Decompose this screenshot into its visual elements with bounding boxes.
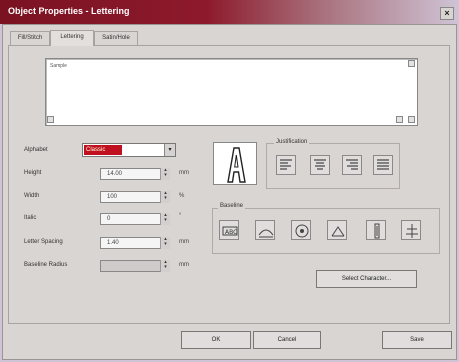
italic-input[interactable]: 0 bbox=[100, 213, 168, 225]
alphabet-label: Alphabet bbox=[24, 147, 48, 153]
height-input[interactable]: 14.00 bbox=[100, 168, 168, 180]
align-center-icon[interactable] bbox=[310, 155, 330, 175]
scroll-right-button[interactable] bbox=[396, 116, 403, 123]
close-button[interactable]: × bbox=[440, 7, 454, 20]
letter-a-icon bbox=[227, 147, 246, 183]
align-left-icon[interactable] bbox=[276, 155, 296, 175]
tab-label: Satin/Hole bbox=[102, 35, 130, 41]
width-input[interactable]: 100 bbox=[100, 191, 168, 203]
tab-satin-hole[interactable]: Satin/Hole bbox=[94, 31, 138, 45]
align-right-icon[interactable] bbox=[342, 155, 362, 175]
baseline-radius-spinner[interactable]: ▴ ▾ bbox=[160, 260, 170, 272]
scroll-up-button[interactable] bbox=[408, 60, 415, 67]
tab-label: Fill/Stitch bbox=[17, 35, 43, 41]
lettering-text-value: Sample bbox=[50, 63, 67, 69]
scroll-down-button[interactable] bbox=[408, 116, 415, 123]
justification-title: Justification bbox=[274, 139, 310, 145]
tab-lettering[interactable]: Lettering bbox=[50, 30, 94, 46]
baseline-angle-icon[interactable] bbox=[327, 220, 347, 240]
baseline-circle-icon[interactable] bbox=[291, 220, 311, 240]
scroll-left-button[interactable] bbox=[47, 116, 54, 123]
baseline-radius-unit: mm bbox=[179, 262, 189, 268]
height-label: Height bbox=[24, 170, 42, 176]
width-spinner[interactable]: ▴ ▾ bbox=[160, 191, 170, 203]
letter-spacing-spinner[interactable]: ▴ ▾ bbox=[160, 237, 170, 249]
alphabet-value: Classic bbox=[84, 145, 122, 155]
cancel-button[interactable]: Cancel bbox=[253, 331, 321, 349]
baseline-radius-label: Baseline Radius bbox=[24, 262, 68, 268]
window-title: Object Properties - Lettering bbox=[8, 6, 130, 16]
italic-spinner[interactable]: ▴ ▾ bbox=[160, 213, 170, 225]
baseline-straight-icon[interactable]: ABC bbox=[219, 220, 239, 240]
width-label: Width bbox=[24, 193, 40, 199]
save-button[interactable]: Save bbox=[382, 331, 452, 349]
svg-text:ABC: ABC bbox=[225, 229, 237, 236]
tab-fill-stitch[interactable]: Fill/Stitch bbox=[10, 31, 50, 45]
letter-spacing-label: Letter Spacing bbox=[24, 239, 63, 245]
height-unit: mm bbox=[179, 170, 189, 176]
baseline-title: Baseline bbox=[218, 203, 246, 209]
italic-label: Italic bbox=[24, 215, 37, 221]
italic-unit: ° bbox=[179, 213, 182, 219]
ok-button[interactable]: OK bbox=[181, 331, 251, 349]
height-spinner[interactable]: ▴ ▾ bbox=[160, 168, 170, 180]
lettering-text-input[interactable] bbox=[45, 58, 418, 126]
baseline-free-icon[interactable] bbox=[401, 220, 421, 240]
letter-spacing-input[interactable]: 1.40 bbox=[100, 237, 168, 249]
letter-spacing-unit: mm bbox=[179, 239, 189, 245]
close-icon: × bbox=[444, 8, 450, 18]
baseline-vertical-icon[interactable] bbox=[366, 220, 386, 240]
chevron-down-icon[interactable]: ▾ bbox=[164, 144, 175, 156]
width-unit: % bbox=[179, 193, 185, 199]
tab-label: Lettering bbox=[60, 34, 84, 40]
baseline-radius-input[interactable] bbox=[100, 260, 168, 272]
align-justify-icon[interactable] bbox=[373, 155, 393, 175]
letter-preview bbox=[213, 142, 257, 185]
baseline-bridge-icon[interactable] bbox=[255, 220, 275, 240]
select-character-button[interactable]: Select Character... bbox=[316, 270, 417, 288]
